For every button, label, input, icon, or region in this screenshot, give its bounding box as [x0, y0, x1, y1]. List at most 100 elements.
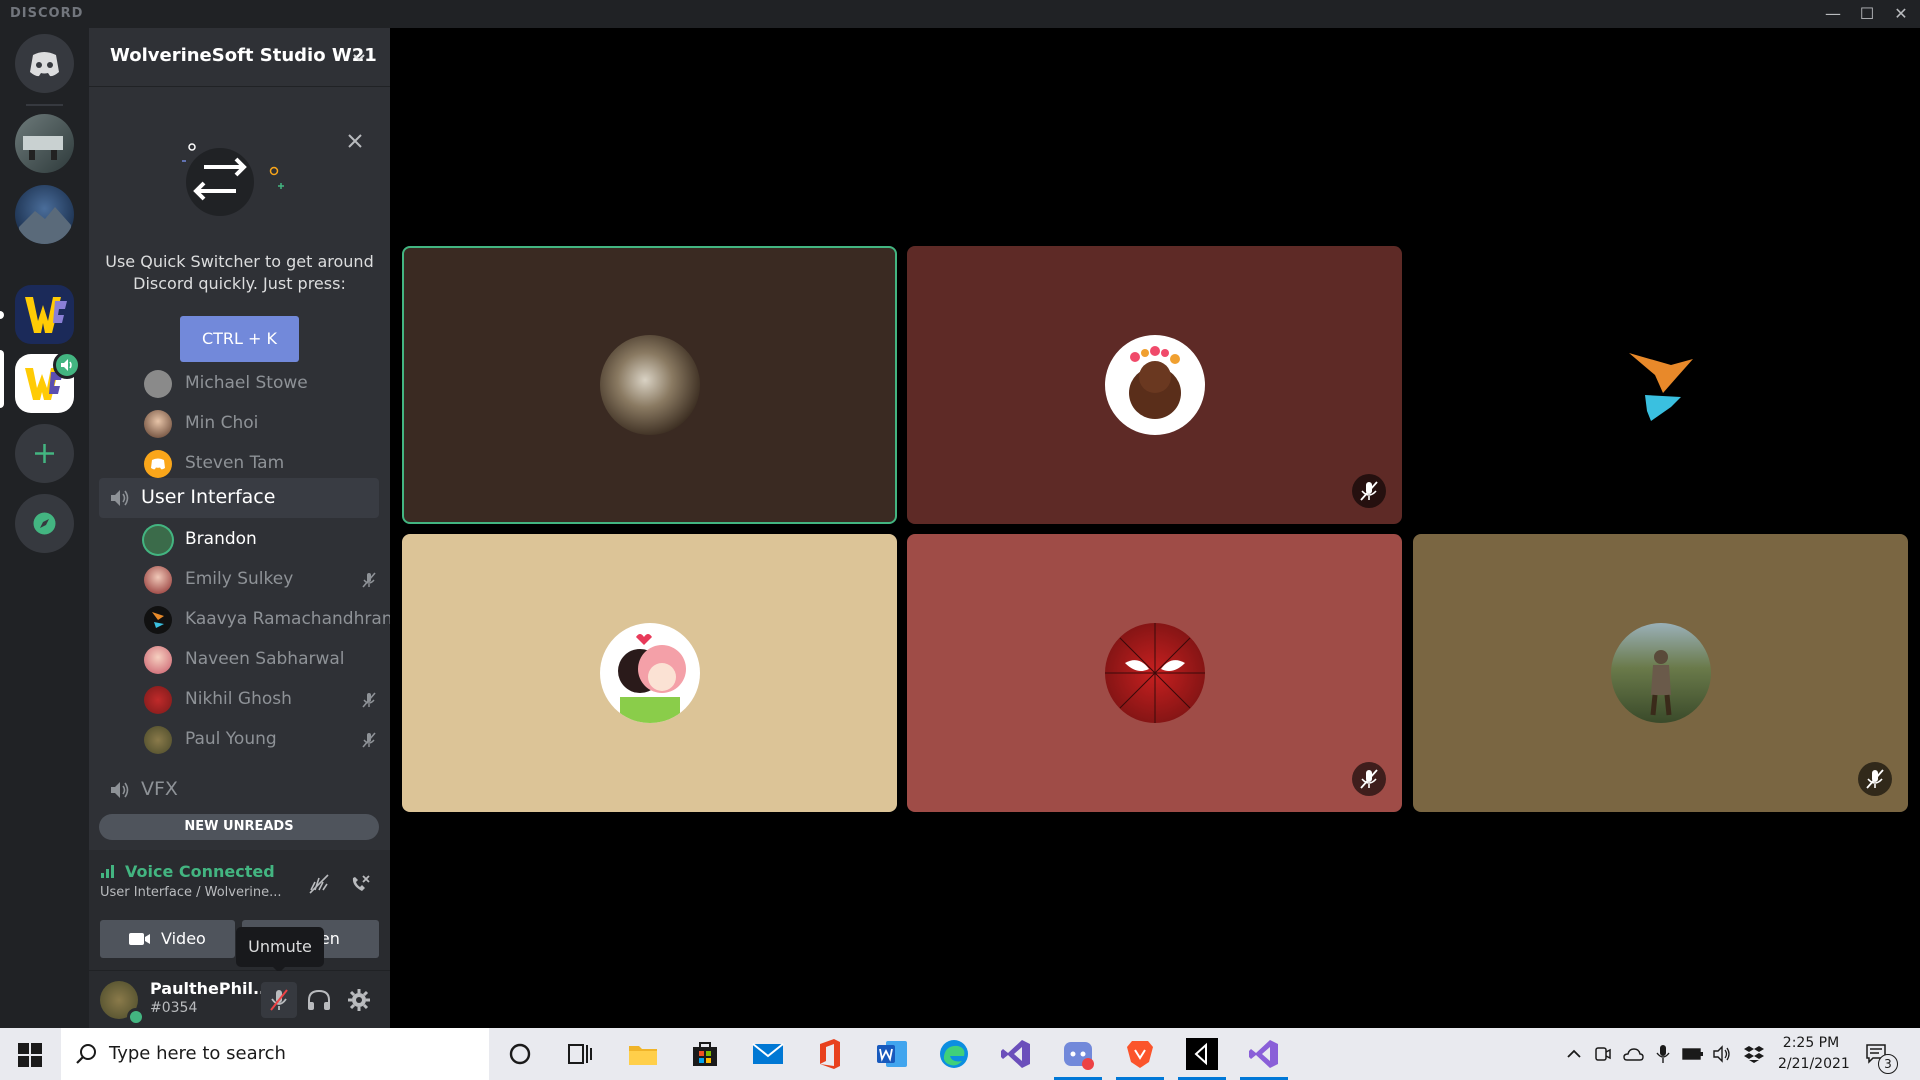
notification-count-badge: 3	[1878, 1054, 1898, 1074]
participant-tile-1[interactable]	[402, 246, 897, 524]
title-bar: DISCORD — ☐ ✕	[0, 0, 1920, 28]
tile-mute-badge	[1352, 762, 1386, 796]
participant-tile-4[interactable]	[402, 534, 897, 812]
wolverinesoft-logo-icon	[25, 297, 67, 333]
unmute-tooltip: Unmute	[236, 927, 324, 967]
edge-browser-icon[interactable]	[936, 1036, 972, 1072]
teddy-bear-icon	[1129, 346, 1181, 419]
muted-mic-icon	[362, 692, 376, 708]
member-name: Emily Sulkey	[185, 569, 294, 589]
battery-icon[interactable]	[1682, 1046, 1704, 1062]
brave-browser-icon[interactable]	[1122, 1036, 1158, 1072]
gear-icon[interactable]	[347, 988, 371, 1012]
word-icon[interactable]	[874, 1036, 910, 1072]
visual-studio-code-icon[interactable]	[998, 1036, 1034, 1072]
meet-now-icon[interactable]	[1594, 1044, 1612, 1064]
office-icon[interactable]	[812, 1036, 848, 1072]
mute-toggle-button[interactable]	[261, 982, 297, 1018]
video-button[interactable]: Video	[100, 920, 235, 958]
server-icon-2[interactable]	[15, 185, 74, 244]
avatar	[144, 726, 172, 754]
server-icon-wolverinesoft[interactable]	[15, 285, 74, 344]
noise-suppression-icon[interactable]	[307, 872, 331, 896]
discord-taskbar-icon[interactable]	[1060, 1036, 1096, 1072]
visual-studio-icon[interactable]	[1246, 1036, 1282, 1072]
windows-start-icon[interactable]	[18, 1043, 42, 1067]
mountain-icon	[19, 207, 71, 244]
voice-member-paul-young[interactable]: Paul Young	[144, 722, 390, 758]
muted-mic-icon	[1360, 481, 1378, 501]
microphone-tray-icon[interactable]	[1656, 1044, 1670, 1064]
taskbar-search-box[interactable]: Type here to search	[61, 1028, 489, 1080]
member-name: Min Choi	[185, 413, 259, 433]
onedrive-cloud-icon[interactable]	[1622, 1046, 1644, 1062]
username: PaulthePhil...	[150, 979, 272, 998]
bird-icon	[152, 612, 164, 628]
server-header[interactable]: WolverineSoft Studio W21	[89, 28, 390, 87]
knight-avatar	[1611, 623, 1711, 723]
muted-mic-icon	[1360, 769, 1378, 789]
windows-taskbar: Type here to search 2:25 PM 2/21/2021 3	[0, 1028, 1920, 1080]
file-explorer-icon[interactable]	[625, 1036, 661, 1072]
volume-icon[interactable]	[1712, 1045, 1732, 1063]
avatar	[144, 370, 172, 398]
new-unreads-pill[interactable]: NEW UNREADS	[99, 814, 379, 840]
task-view-icon[interactable]	[562, 1036, 598, 1072]
channel-name: VFX	[141, 778, 178, 800]
close-window-button[interactable]: ✕	[1884, 2, 1918, 26]
compass-icon	[33, 512, 56, 535]
server-icon-1[interactable]	[15, 114, 74, 173]
bear-avatar	[1105, 335, 1205, 435]
participant-tile-2[interactable]	[907, 246, 1402, 524]
unity-icon[interactable]	[1184, 1036, 1220, 1072]
video-label: Video	[161, 929, 206, 948]
participant-tile-6[interactable]	[1413, 534, 1908, 812]
muted-mic-icon	[362, 732, 376, 748]
participant-tile-3[interactable]	[1413, 246, 1908, 524]
signal-strength-icon	[101, 865, 114, 878]
quick-switcher-shortcut-button[interactable]: CTRL + K	[180, 316, 299, 362]
online-status-dot	[127, 1008, 145, 1026]
voice-member-naveen-sabharwal[interactable]: Naveen Sabharwal	[144, 642, 390, 678]
close-icon[interactable]	[346, 132, 364, 150]
voice-member-steven-tam[interactable]: Steven Tam	[144, 446, 390, 482]
bird-avatar	[1611, 335, 1711, 435]
channel-sidebar: WolverineSoft Studio W21 Use Quick Switc…	[89, 28, 390, 1028]
maximize-button[interactable]: ☐	[1850, 2, 1884, 26]
unread-pill	[0, 311, 4, 319]
explore-servers-button[interactable]	[15, 494, 74, 553]
microsoft-store-icon[interactable]	[687, 1036, 723, 1072]
muted-mic-icon	[362, 572, 376, 588]
add-server-button[interactable]	[15, 424, 74, 483]
avatar	[144, 410, 172, 438]
disconnect-call-icon[interactable]	[348, 872, 372, 896]
chevron-up-icon[interactable]	[1566, 1046, 1582, 1062]
minimize-button[interactable]: —	[1816, 2, 1850, 26]
video-camera-icon	[129, 933, 150, 945]
voice-channel-user-interface[interactable]: User Interface	[99, 478, 379, 518]
spider-mask-icon	[1105, 623, 1205, 723]
voice-member-brandon[interactable]: Brandon	[144, 522, 390, 558]
avatar	[144, 686, 172, 714]
cortana-icon[interactable]	[502, 1036, 538, 1072]
clock-date: 2/21/2021	[1778, 1056, 1850, 1072]
home-button[interactable]	[15, 34, 74, 93]
headphones-icon[interactable]	[306, 988, 332, 1012]
discord-default-avatar-icon	[151, 458, 165, 470]
quick-switcher-line-2: Discord quickly. Just press:	[133, 274, 346, 293]
voice-member-nikhil-ghosh[interactable]: Nikhil Ghosh	[144, 682, 390, 718]
spiderman-avatar	[1105, 623, 1205, 723]
mail-icon[interactable]	[750, 1036, 786, 1072]
voice-channel-vfx[interactable]: VFX	[99, 770, 379, 810]
speaker-icon	[111, 490, 129, 506]
voice-member-kaavya-ramachandhran[interactable]: Kaavya Ramachandhran	[144, 602, 390, 638]
dropbox-icon[interactable]	[1744, 1045, 1764, 1063]
voice-location[interactable]: User Interface / Wolverine...	[100, 885, 282, 900]
participant-tile-5[interactable]	[907, 534, 1402, 812]
quick-switcher-line-1: Use Quick Switcher to get around	[105, 252, 374, 271]
member-name: Nikhil Ghosh	[185, 689, 292, 709]
voice-member-michael-stowe[interactable]: Michael Stowe	[144, 366, 390, 402]
voice-member-min-choi[interactable]: Min Choi	[144, 406, 390, 442]
taskbar-clock[interactable]: 2:25 PM 2/21/2021	[1778, 1033, 1850, 1075]
voice-member-emily-sulkey[interactable]: Emily Sulkey	[144, 562, 390, 598]
